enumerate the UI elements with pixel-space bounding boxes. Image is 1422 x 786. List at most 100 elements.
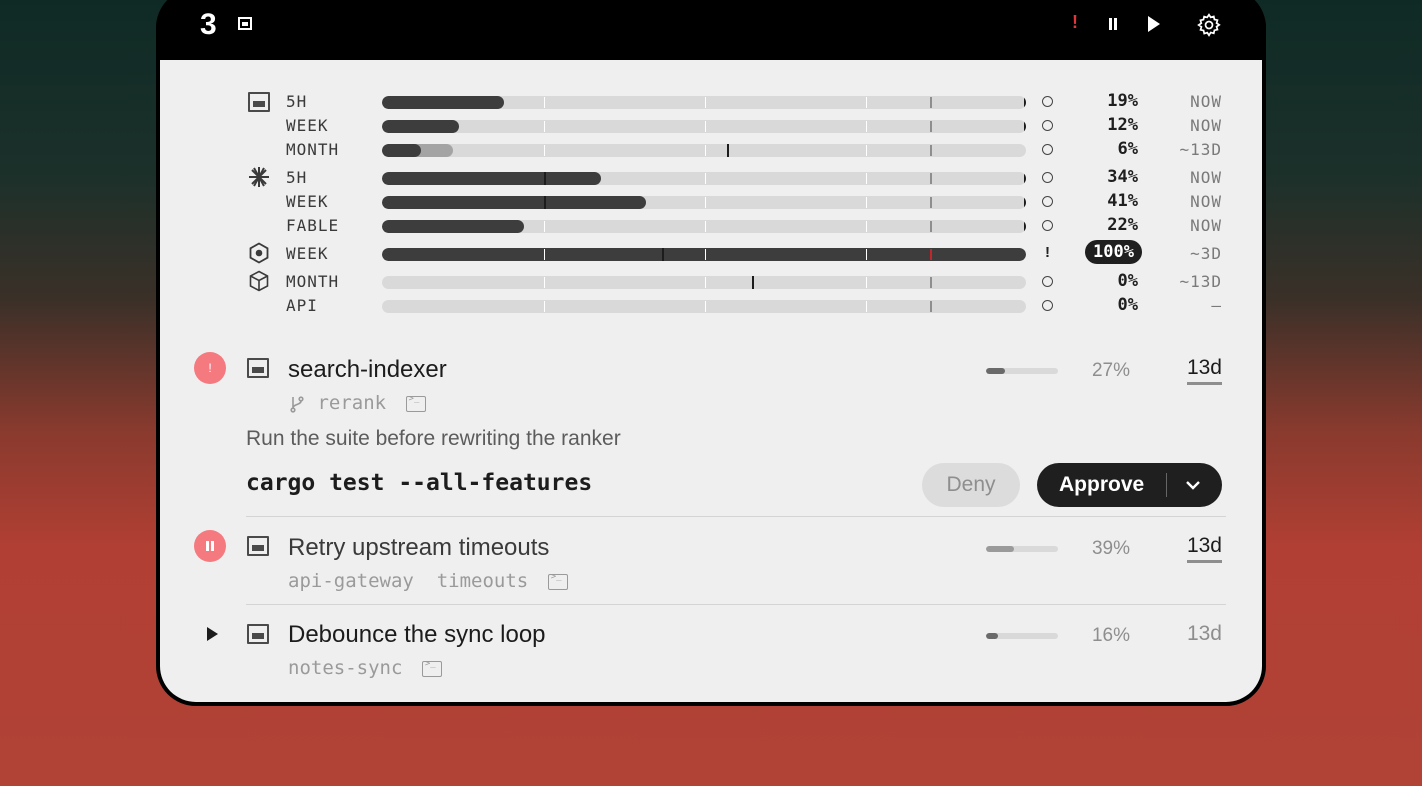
usage-bar-tick (866, 121, 867, 132)
deny-button[interactable]: Deny (922, 463, 1020, 507)
usage-row: WEEK 12% NOW (160, 114, 1262, 136)
usage-bar-marker (544, 172, 546, 185)
approve-button[interactable]: Approve (1037, 463, 1222, 507)
status-circle-icon (1042, 276, 1053, 287)
usage-reset-eta: — (1211, 296, 1222, 315)
status-glyph: ! (208, 361, 212, 375)
usage-percent: 41% (1107, 191, 1138, 211)
task-due[interactable]: 13d (1186, 356, 1222, 385)
task-percent: 27% (1091, 360, 1130, 381)
usage-bar-tick (544, 97, 545, 108)
usage-bar (382, 144, 1026, 157)
usage-bar-tick (866, 221, 867, 232)
paused-status-icon[interactable] (194, 530, 226, 562)
usage-window-label: WEEK (286, 116, 329, 135)
usage-bar-tick (866, 197, 867, 208)
usage-bar-marker (1024, 172, 1026, 185)
usage-row: MONTH 6% ~13D (160, 138, 1262, 160)
task-meta: notes-sync (288, 657, 442, 679)
usage-bar-tick (544, 221, 545, 232)
usage-bar-tick (705, 221, 706, 232)
usage-reset-eta: ~13D (1179, 140, 1222, 159)
usage-bar (382, 276, 1026, 289)
task-due[interactable]: 13d (1186, 534, 1222, 563)
usage-bar-marker (544, 196, 546, 209)
usage-bar-tick (705, 197, 706, 208)
usage-bar-fill (382, 220, 524, 233)
usage-bar-marker (1024, 196, 1026, 209)
app-panel: 3 ! 5H19%NOWWEEK12%NOWMONTH6%~13 (156, 0, 1266, 706)
task-progress-fill (986, 546, 1015, 552)
terminal-icon[interactable] (547, 572, 568, 590)
alert-icon[interactable]: ! (1072, 12, 1078, 33)
pause-icon[interactable] (1108, 18, 1118, 30)
usage-bar-marker (727, 144, 729, 157)
usage-bar-fill (382, 196, 647, 209)
usage-bar-tick (705, 277, 706, 288)
window-icon (247, 358, 269, 378)
task-title: Debounce the sync loop (288, 621, 546, 648)
gear-icon[interactable] (1196, 12, 1222, 38)
usage-percent: 100% (1085, 240, 1142, 264)
play-icon[interactable] (207, 627, 218, 641)
usage-bar-tick (866, 145, 867, 156)
usage-window-label: FABLE (286, 216, 340, 235)
usage-bar-tick (930, 277, 932, 288)
branch-name: timeouts (436, 570, 529, 592)
usage-bar (382, 196, 1026, 209)
play-icon[interactable] (1148, 16, 1160, 32)
terminal-icon[interactable] (421, 659, 442, 677)
usage-percent: 6% (1117, 139, 1138, 159)
status-circle-icon (1042, 220, 1053, 231)
usage-bar-tick (866, 173, 867, 184)
usage-bar-tick (705, 301, 706, 312)
usage-bar-tick (866, 249, 867, 260)
status-circle-icon (1042, 96, 1053, 107)
usage-percent: 0% (1117, 271, 1138, 291)
usage-window-label: MONTH (286, 140, 340, 159)
task-due[interactable]: 13d (1187, 622, 1222, 646)
usage-bar-fill (382, 144, 421, 157)
usage-bar-tick (544, 277, 545, 288)
usage-bar-fill (382, 120, 460, 133)
usage-bar-marker (662, 248, 664, 261)
usage-row: FABLE 22% NOW (160, 214, 1262, 236)
usage-reset-eta: NOW (1190, 168, 1222, 187)
usage-bar-tick (705, 97, 706, 108)
alert-status-icon[interactable]: ! (194, 352, 226, 384)
usage-reset-eta: NOW (1190, 192, 1222, 211)
task-progress (986, 368, 1058, 374)
usage-row: WEEK! 100% ~3D (160, 240, 1262, 264)
task-percent: 39% (1091, 538, 1130, 559)
chevron-down-icon[interactable] (1183, 475, 1203, 495)
usage-bar-tick (705, 121, 706, 132)
usage-window-label: WEEK (286, 192, 329, 211)
task-percent: 16% (1091, 625, 1130, 646)
status-circle-icon (1042, 196, 1053, 207)
task-title: search-indexer (288, 356, 447, 383)
window-icon[interactable] (238, 17, 252, 30)
branch-name: rerank (317, 392, 387, 414)
terminal-icon[interactable] (405, 394, 426, 412)
usage-reset-eta: NOW (1190, 92, 1222, 111)
branch-icon (290, 395, 304, 413)
usage-bar-tick (544, 249, 545, 260)
usage-percent: 0% (1117, 295, 1138, 315)
usage-bar-tick (930, 221, 932, 232)
pending-command: cargo test --all-features (246, 470, 593, 496)
usage-reset-eta: NOW (1190, 116, 1222, 135)
task-progress-fill (986, 368, 1006, 374)
usage-percent: 22% (1107, 215, 1138, 235)
usage-bar-marker (1024, 96, 1026, 109)
usage-percent: 34% (1107, 167, 1138, 187)
status-circle-icon (1042, 300, 1053, 311)
approve-label: Approve (1059, 473, 1145, 496)
usage-percent: 19% (1107, 91, 1138, 111)
usage-row: WEEK 41% NOW (160, 190, 1262, 212)
active-count: 3 (200, 8, 217, 41)
usage-bar-fill (382, 172, 601, 185)
usage-bar-tick (544, 301, 545, 312)
task-progress (986, 546, 1058, 552)
usage-bar-tick (544, 145, 545, 156)
window-icon (247, 536, 269, 556)
